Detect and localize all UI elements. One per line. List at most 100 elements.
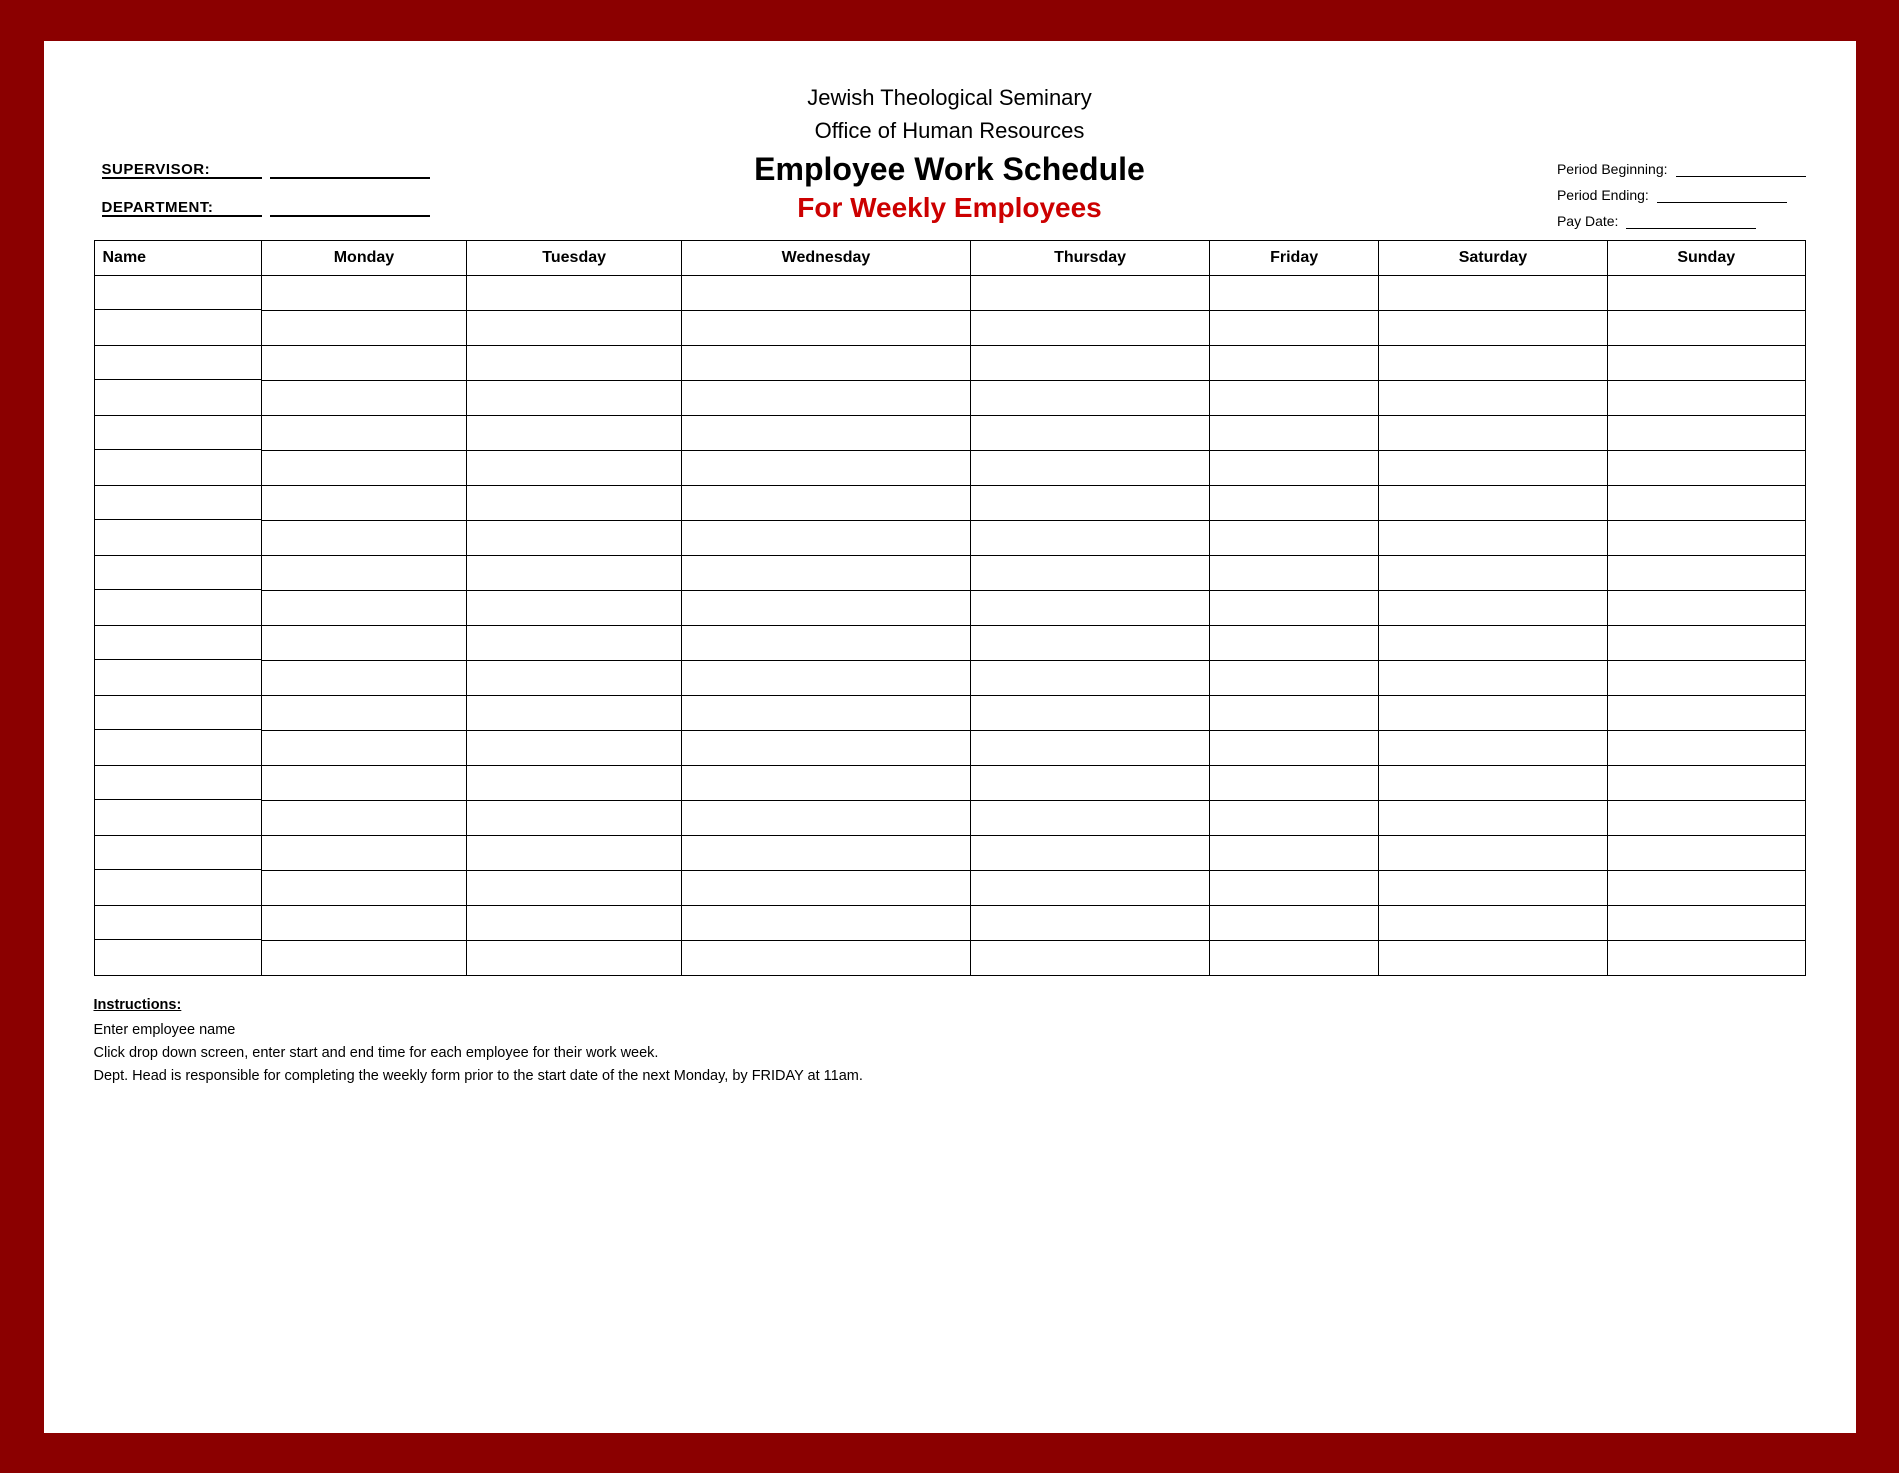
schedule-cell[interactable] — [1607, 415, 1805, 485]
table-row[interactable] — [94, 345, 1805, 415]
schedule-cell[interactable] — [682, 695, 971, 765]
table-row[interactable] — [94, 275, 1805, 345]
schedule-cell[interactable] — [682, 765, 971, 835]
schedule-cell[interactable] — [467, 695, 682, 765]
name-cell[interactable] — [94, 415, 261, 485]
schedule-cell[interactable] — [261, 555, 466, 625]
schedule-cell[interactable] — [682, 415, 971, 485]
schedule-cell[interactable] — [1378, 345, 1607, 415]
name-cell[interactable] — [94, 275, 261, 345]
schedule-cell[interactable] — [1378, 905, 1607, 975]
schedule-cell[interactable] — [467, 835, 682, 905]
schedule-cell[interactable] — [1210, 345, 1379, 415]
schedule-cell[interactable] — [1378, 695, 1607, 765]
schedule-cell[interactable] — [1607, 275, 1805, 345]
col-wednesday: Wednesday — [682, 240, 971, 275]
schedule-cell[interactable] — [261, 835, 466, 905]
schedule-cell[interactable] — [1378, 765, 1607, 835]
schedule-cell[interactable] — [682, 905, 971, 975]
schedule-cell[interactable] — [467, 555, 682, 625]
name-cell[interactable] — [94, 905, 261, 975]
schedule-cell[interactable] — [1210, 695, 1379, 765]
schedule-cell[interactable] — [467, 625, 682, 695]
schedule-cell[interactable] — [1210, 905, 1379, 975]
table-row[interactable] — [94, 415, 1805, 485]
schedule-cell[interactable] — [261, 485, 466, 555]
schedule-cell[interactable] — [467, 485, 682, 555]
schedule-cell[interactable] — [970, 275, 1210, 345]
schedule-cell[interactable] — [1378, 555, 1607, 625]
schedule-cell[interactable] — [1607, 835, 1805, 905]
pay-date-blank — [1626, 213, 1756, 229]
schedule-cell[interactable] — [1210, 625, 1379, 695]
table-row[interactable] — [94, 625, 1805, 695]
table-row[interactable] — [94, 485, 1805, 555]
schedule-cell[interactable] — [261, 415, 466, 485]
schedule-cell[interactable] — [970, 555, 1210, 625]
schedule-cell[interactable] — [682, 485, 971, 555]
schedule-cell[interactable] — [261, 275, 466, 345]
schedule-cell[interactable] — [682, 275, 971, 345]
schedule-cell[interactable] — [682, 555, 971, 625]
schedule-cell[interactable] — [682, 835, 971, 905]
schedule-cell[interactable] — [1378, 835, 1607, 905]
table-row[interactable] — [94, 765, 1805, 835]
schedule-cell[interactable] — [970, 695, 1210, 765]
schedule-cell[interactable] — [970, 625, 1210, 695]
name-cell[interactable] — [94, 625, 261, 695]
schedule-cell[interactable] — [1607, 765, 1805, 835]
schedule-cell[interactable] — [467, 415, 682, 485]
table-row[interactable] — [94, 905, 1805, 975]
header-center: Jewish Theological Seminary Office of Hu… — [754, 81, 1145, 224]
schedule-cell[interactable] — [261, 905, 466, 975]
table-row[interactable] — [94, 835, 1805, 905]
schedule-cell[interactable] — [1607, 695, 1805, 765]
schedule-cell[interactable] — [682, 625, 971, 695]
table-row[interactable] — [94, 555, 1805, 625]
schedule-cell[interactable] — [261, 695, 466, 765]
schedule-cell[interactable] — [1210, 835, 1379, 905]
instruction-line-2: Click drop down screen, enter start and … — [94, 1042, 1806, 1065]
schedule-cell[interactable] — [682, 345, 971, 415]
schedule-cell[interactable] — [467, 765, 682, 835]
schedule-cell[interactable] — [970, 415, 1210, 485]
schedule-cell[interactable] — [1607, 555, 1805, 625]
name-cell[interactable] — [94, 555, 261, 625]
schedule-cell[interactable] — [261, 345, 466, 415]
schedule-cell[interactable] — [1378, 275, 1607, 345]
schedule-cell[interactable] — [261, 625, 466, 695]
schedule-cell[interactable] — [1210, 765, 1379, 835]
name-cell[interactable] — [94, 695, 261, 765]
schedule-cell[interactable] — [467, 905, 682, 975]
schedule-cell[interactable] — [1210, 555, 1379, 625]
schedule-cell[interactable] — [1210, 275, 1379, 345]
schedule-cell[interactable] — [1378, 485, 1607, 555]
period-beginning-blank — [1676, 161, 1806, 177]
schedule-cell[interactable] — [261, 765, 466, 835]
schedule-cell[interactable] — [1210, 485, 1379, 555]
name-cell[interactable] — [94, 835, 261, 905]
name-cell[interactable] — [94, 345, 261, 415]
instructions-section: Instructions: Enter employee nameClick d… — [94, 994, 1806, 1089]
schedule-cell[interactable] — [1607, 345, 1805, 415]
name-cell[interactable] — [94, 485, 261, 555]
schedule-cell[interactable] — [1210, 415, 1379, 485]
schedule-cell[interactable] — [1607, 625, 1805, 695]
name-cell[interactable] — [94, 765, 261, 835]
col-thursday: Thursday — [970, 240, 1210, 275]
schedule-cell[interactable] — [970, 835, 1210, 905]
schedule-cell[interactable] — [970, 905, 1210, 975]
schedule-cell[interactable] — [1378, 625, 1607, 695]
schedule-cell[interactable] — [970, 485, 1210, 555]
period-ending-label: Period Ending: — [1557, 187, 1649, 203]
schedule-cell[interactable] — [970, 345, 1210, 415]
table-row[interactable] — [94, 695, 1805, 765]
schedule-cell[interactable] — [1607, 905, 1805, 975]
schedule-table: Name Monday Tuesday Wednesday Thursday F… — [94, 240, 1806, 976]
schedule-cell[interactable] — [1607, 485, 1805, 555]
schedule-cell[interactable] — [467, 275, 682, 345]
schedule-cell[interactable] — [970, 765, 1210, 835]
schedule-cell[interactable] — [467, 345, 682, 415]
schedule-cell[interactable] — [1378, 415, 1607, 485]
weekly-subtitle: For Weekly Employees — [754, 192, 1145, 224]
